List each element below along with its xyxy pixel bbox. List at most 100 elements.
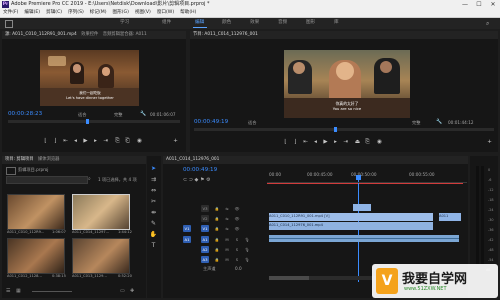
eye-icon[interactable]: 👁 bbox=[233, 205, 241, 212]
clip-a1-audio[interactable] bbox=[269, 235, 459, 242]
menu-graphics[interactable]: 图形(G) bbox=[110, 9, 132, 17]
microphone-icon[interactable]: 🎙 bbox=[243, 246, 251, 253]
lock-icon[interactable]: 🔒 bbox=[213, 246, 221, 253]
menu-window[interactable]: 窗口(W) bbox=[154, 9, 177, 17]
hand-tool-icon[interactable]: ✋ bbox=[149, 230, 158, 239]
razor-tool-icon[interactable]: ✂ bbox=[149, 197, 158, 206]
step-back-icon[interactable]: ◂ bbox=[312, 139, 319, 146]
workspace-graphics[interactable]: 图形 bbox=[306, 20, 315, 26]
microphone-icon[interactable]: 🎙 bbox=[243, 256, 251, 263]
timeline-scroll-thumb[interactable] bbox=[269, 276, 309, 280]
clip-thumbnail-4[interactable] bbox=[72, 238, 130, 274]
workspace-audio[interactable]: 音频 bbox=[278, 20, 287, 26]
add-button-icon[interactable]: + bbox=[172, 138, 179, 145]
close-button[interactable]: ✕ bbox=[486, 0, 500, 9]
play-icon[interactable]: ▶ bbox=[322, 139, 329, 146]
clip-thumbnail-3[interactable] bbox=[7, 238, 65, 274]
program-scrub-bar[interactable] bbox=[194, 127, 494, 132]
workspace-assembly[interactable]: 组件 bbox=[162, 20, 171, 26]
add-button-icon[interactable]: + bbox=[486, 139, 493, 146]
track-select-tool-icon[interactable]: ⇉ bbox=[149, 175, 158, 184]
track-label-a3[interactable]: A3 bbox=[201, 256, 209, 263]
source-zoom-select[interactable]: 适合 bbox=[78, 112, 86, 118]
go-to-in-icon[interactable]: ⇤ bbox=[62, 138, 69, 145]
step-back-icon[interactable]: ◂ bbox=[72, 138, 79, 145]
source-timecode[interactable]: 00:00:28:23 bbox=[8, 111, 42, 117]
export-frame-icon[interactable]: ◉ bbox=[136, 138, 143, 145]
new-item-icon[interactable]: ✚ bbox=[130, 288, 134, 294]
workspace-learning[interactable]: 学习 bbox=[120, 20, 129, 26]
home-icon[interactable] bbox=[5, 20, 13, 28]
overwrite-icon[interactable]: ⎗ bbox=[124, 138, 131, 145]
track-label-v1[interactable]: V1 bbox=[201, 225, 209, 232]
lock-icon[interactable]: 🔒 bbox=[213, 236, 221, 243]
list-view-icon[interactable]: ☰ bbox=[6, 288, 10, 294]
track-label-v2[interactable]: V2 bbox=[201, 215, 209, 222]
tab-audio-clip-mixer[interactable]: 音频剪辑混合器: A011 bbox=[103, 32, 147, 37]
eye-icon[interactable]: 👁 bbox=[233, 225, 241, 232]
thumbnail-zoom-slider[interactable] bbox=[32, 291, 72, 292]
play-icon[interactable]: ▶ bbox=[82, 138, 89, 145]
menu-marker[interactable]: 标记(M) bbox=[87, 9, 110, 17]
sync-icon[interactable]: ⇋ bbox=[223, 205, 231, 212]
sync-icon[interactable]: ⇋ bbox=[223, 225, 231, 232]
tab-project[interactable]: 项目: 剪辑项目 bbox=[5, 157, 34, 162]
project-search-input[interactable] bbox=[6, 176, 88, 184]
search-icon[interactable]: ⌕ bbox=[88, 176, 91, 182]
menu-clip[interactable]: 剪辑(C) bbox=[43, 9, 65, 17]
go-to-out-icon[interactable]: ⇥ bbox=[102, 138, 109, 145]
lock-icon[interactable]: 🔒 bbox=[213, 225, 221, 232]
mute-button[interactable]: M bbox=[223, 236, 231, 243]
source-scrub-bar[interactable] bbox=[8, 119, 180, 124]
selection-tool-icon[interactable]: ➤ bbox=[149, 164, 158, 173]
timeline-timecode[interactable]: 00:00:49:19 bbox=[183, 167, 217, 173]
step-forward-icon[interactable]: ▸ bbox=[332, 139, 339, 146]
menu-help[interactable]: 帮助(H) bbox=[177, 9, 199, 17]
source-patch-a1[interactable]: A1 bbox=[183, 236, 191, 243]
workspace-color[interactable]: 颜色 bbox=[222, 20, 231, 26]
lock-icon[interactable]: 🔒 bbox=[213, 256, 221, 263]
wrench-icon[interactable]: 🔧 bbox=[436, 119, 442, 125]
tab-media-browser[interactable]: 媒体浏览器 bbox=[38, 157, 59, 162]
clip-thumbnail-1[interactable] bbox=[7, 194, 65, 230]
menu-edit[interactable]: 编辑(E) bbox=[21, 9, 43, 17]
tab-effect-controls[interactable]: 效果控件 bbox=[81, 32, 98, 37]
clip-v1-linked[interactable]: A011_C014_112976_001.mp4 bbox=[269, 222, 433, 230]
export-frame-icon[interactable]: ◉ bbox=[376, 139, 383, 146]
sync-icon[interactable]: ⇋ bbox=[223, 215, 231, 222]
mark-in-icon[interactable]: ⌊ bbox=[282, 139, 289, 146]
pen-tool-icon[interactable]: ✎ bbox=[149, 219, 158, 228]
menu-file[interactable]: 文件(F) bbox=[0, 9, 21, 17]
search-icon[interactable]: ⌕ bbox=[486, 20, 489, 28]
insert-icon[interactable]: ⎘ bbox=[114, 138, 121, 145]
source-video-frame[interactable]: 我们一起吃饭 Let's have dinner together bbox=[40, 50, 139, 106]
new-bin-icon[interactable]: ▭ bbox=[120, 288, 125, 294]
source-patch-v1[interactable]: V1 bbox=[183, 225, 191, 232]
clip-thumbnail-2[interactable] bbox=[72, 194, 130, 230]
minimize-button[interactable]: — bbox=[458, 0, 472, 9]
workspace-libraries[interactable]: 库 bbox=[334, 20, 339, 26]
source-quality-select[interactable]: 完整 bbox=[114, 112, 122, 118]
tab-program[interactable]: 节目: A011_C014_112976_001 bbox=[193, 32, 258, 37]
program-zoom-select[interactable]: 适合 bbox=[248, 120, 256, 126]
wrench-icon[interactable]: 🔧 bbox=[140, 111, 146, 117]
clip-v3[interactable] bbox=[353, 204, 371, 211]
menu-view[interactable]: 视图(V) bbox=[132, 9, 154, 17]
solo-button[interactable]: S bbox=[233, 256, 241, 263]
ripple-edit-tool-icon[interactable]: ⇔ bbox=[149, 186, 158, 195]
maximize-button[interactable]: ☐ bbox=[472, 0, 486, 9]
program-quality-select[interactable]: 完整 bbox=[412, 120, 420, 126]
microphone-icon[interactable]: 🎙 bbox=[243, 236, 251, 243]
clip-v1-tail[interactable]: A011 bbox=[439, 213, 461, 221]
track-label-a2[interactable]: A2 bbox=[201, 246, 209, 253]
program-video-frame[interactable]: 你真的太好了 You are so nice bbox=[284, 50, 410, 118]
tab-source[interactable]: 源: A011_C010_112R91_001.mp4 bbox=[5, 32, 77, 37]
menu-sequence[interactable]: 序列(S) bbox=[65, 9, 87, 17]
mark-out-icon[interactable]: ⌋ bbox=[292, 139, 299, 146]
type-tool-icon[interactable]: T bbox=[149, 241, 158, 250]
go-to-in-icon[interactable]: ⇤ bbox=[302, 139, 309, 146]
step-forward-icon[interactable]: ▸ bbox=[92, 138, 99, 145]
solo-button[interactable]: S bbox=[233, 246, 241, 253]
mute-button[interactable]: M bbox=[223, 246, 231, 253]
lock-icon[interactable]: 🔒 bbox=[213, 205, 221, 212]
